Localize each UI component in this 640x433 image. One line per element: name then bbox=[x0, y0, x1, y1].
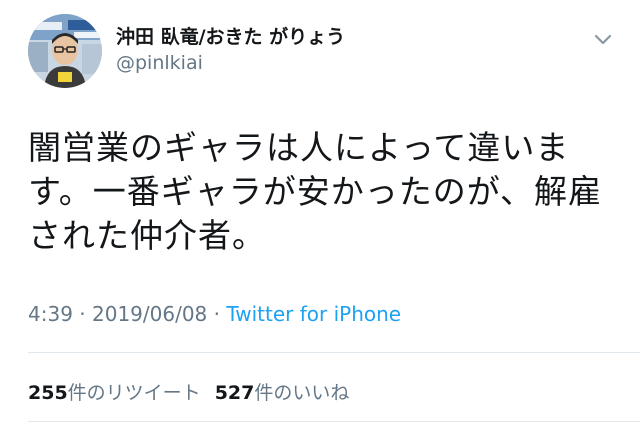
meta-separator: · bbox=[79, 302, 92, 326]
retweet-label: 件のリツイート bbox=[67, 382, 201, 404]
retweets-stat[interactable]: 255件のリツイート bbox=[28, 382, 201, 404]
tweet-text-line: す。一番ギャラが安かったのが、解雇 bbox=[28, 172, 603, 211]
avatar-image bbox=[28, 14, 102, 88]
author-display-name[interactable]: 沖田 臥竜/おきた がりょう bbox=[116, 22, 345, 49]
tweet-text: 闇営業のギャラは人によって違いま す。一番ギャラが安かったのが、解雇 された仲介… bbox=[28, 126, 614, 258]
tweet-time[interactable]: 4:39 bbox=[28, 302, 73, 326]
avatar[interactable] bbox=[28, 14, 102, 88]
like-label: 件のいいね bbox=[254, 382, 350, 404]
tweet-metadata: 4:39 · 2019/06/08 · Twitter for iPhone bbox=[28, 302, 401, 326]
tweet-date[interactable]: 2019/06/08 bbox=[92, 302, 207, 326]
tweet-text-line: された仲介者。 bbox=[28, 216, 266, 255]
divider bbox=[28, 352, 640, 353]
divider bbox=[28, 421, 640, 422]
meta-separator: · bbox=[213, 302, 227, 326]
tweet-source-link[interactable]: Twitter for iPhone bbox=[226, 302, 401, 326]
tweet-stats: 255件のリツイート 527件のいいね bbox=[28, 378, 349, 405]
tweet-text-line: 闇営業のギャラは人によって違いま bbox=[28, 128, 570, 167]
like-count: 527 bbox=[214, 382, 255, 404]
likes-stat[interactable]: 527件のいいね bbox=[215, 382, 350, 404]
tweet-detail: 沖田 臥竜/おきた がりょう @pinlkiai 闇営業のギャラは人によって違い… bbox=[0, 0, 640, 433]
chevron-down-icon[interactable] bbox=[592, 28, 614, 50]
author-handle[interactable]: @pinlkiai bbox=[116, 52, 203, 74]
retweet-count: 255 bbox=[28, 382, 68, 404]
